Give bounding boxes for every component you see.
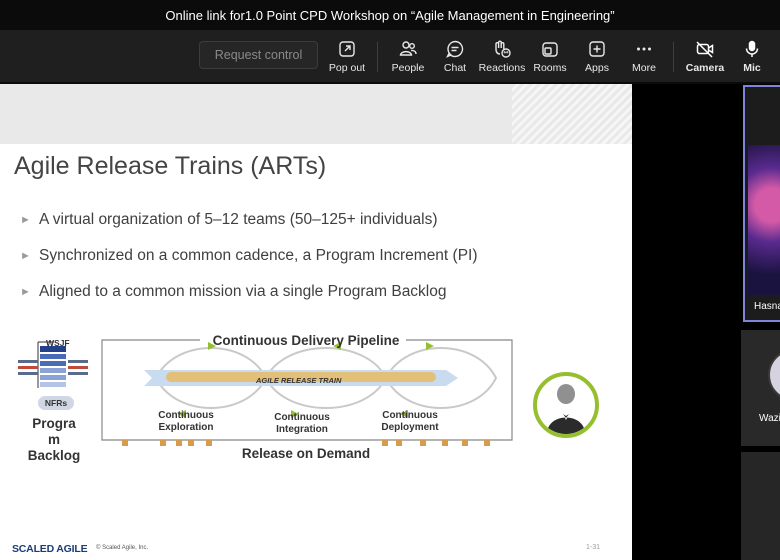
chat-button[interactable]: Chat: [429, 39, 481, 77]
camera-button[interactable]: Camera: [679, 39, 731, 77]
camera-label: Camera: [685, 62, 725, 74]
reactions-label: Reactions: [478, 62, 526, 74]
slide-page-number: 1-31: [586, 544, 601, 551]
more-button[interactable]: More: [618, 39, 670, 77]
participant-tile[interactable]: Wazi: [741, 330, 780, 446]
rooms-icon: [524, 39, 576, 59]
camera-off-icon: [679, 39, 731, 59]
meeting-toolbar: Request control Pop out People Chat Reac…: [0, 30, 780, 82]
people-button[interactable]: People: [382, 39, 434, 77]
participant-name: Hasna: [754, 301, 780, 312]
shared-slide: Agile Release Trains (ARTs) ► A virtual o…: [0, 84, 632, 560]
avatar: [768, 349, 780, 401]
release-on-demand-label: Release on Demand: [241, 446, 371, 461]
bullet-arrow-icon: ►: [20, 286, 31, 298]
slide-bullets: ► A virtual organization of 5–12 teams (5…: [20, 202, 620, 310]
participant-name: Wazi: [759, 413, 780, 424]
more-label: More: [632, 62, 656, 74]
more-icon: [618, 39, 670, 59]
chat-icon: [429, 39, 481, 59]
reactions-button[interactable]: Reactions: [476, 39, 528, 77]
mic-button[interactable]: Mic: [726, 39, 778, 77]
pop-out-label: Pop out: [328, 62, 366, 74]
window-title: Online link for1.0 Point CPD Workshop on…: [0, 0, 780, 30]
toolbar-divider: [673, 42, 674, 72]
slide-copyright: © Scaled Agile, Inc.: [96, 545, 149, 551]
program-backlog-label: Progra m Backlog: [27, 416, 81, 463]
mic-label: Mic: [743, 62, 761, 74]
rooms-label: Rooms: [533, 62, 567, 74]
chat-label: Chat: [443, 62, 467, 74]
bullet-arrow-icon: ►: [20, 214, 31, 226]
bullet-item: ► Synchronized on a common cadence, a Pro…: [20, 247, 478, 264]
apps-button[interactable]: Apps: [571, 39, 623, 77]
continuous-exploration-label: Continuous Exploration: [158, 410, 214, 433]
continuous-delivery-pipeline: Continuous Delivery Pipeline AGILE RELEA…: [96, 328, 516, 468]
apps-icon: [571, 39, 623, 59]
rooms-button[interactable]: Rooms: [524, 39, 576, 77]
participant-tile-active[interactable]: Hasna: [743, 85, 780, 322]
request-control-button[interactable]: Request control: [199, 41, 318, 69]
pipeline-title: Continuous Delivery Pipeline: [212, 333, 400, 348]
slide-header-pattern: [512, 84, 632, 144]
toolbar-divider: [377, 42, 378, 72]
apps-label: Apps: [585, 62, 609, 74]
people-label: People: [391, 62, 425, 74]
people-icon: [382, 39, 434, 59]
participant-video-feed: [748, 145, 780, 295]
reactions-icon: [476, 39, 528, 59]
pop-out-button[interactable]: Pop out: [321, 39, 373, 77]
slide-title: Agile Release Trains (ARTs): [14, 152, 327, 180]
scaled-agile-logo: SCALED AGILE: [12, 543, 88, 555]
bullet-item: ► Aligned to a common mission via a singl…: [20, 283, 447, 300]
nfrs-badge: NFRs: [38, 396, 74, 410]
bullet-arrow-icon: ►: [20, 250, 31, 262]
pop-out-icon: [321, 39, 373, 59]
customer-icon: [533, 372, 599, 438]
participant-tile[interactable]: [741, 452, 780, 560]
continuous-deployment-label: Continuous Deployment: [381, 410, 439, 433]
bullet-item: ► A virtual organization of 5–12 teams (5…: [20, 211, 438, 228]
mic-icon: [726, 39, 778, 59]
wsjf-label: WSJF: [46, 338, 70, 348]
agile-release-train-label: AGILE RELEASE TRAIN: [256, 376, 342, 385]
continuous-integration-label: Continuous Integration: [274, 412, 330, 435]
program-backlog: WSJF NFRs Progra m Backlog: [14, 336, 94, 466]
